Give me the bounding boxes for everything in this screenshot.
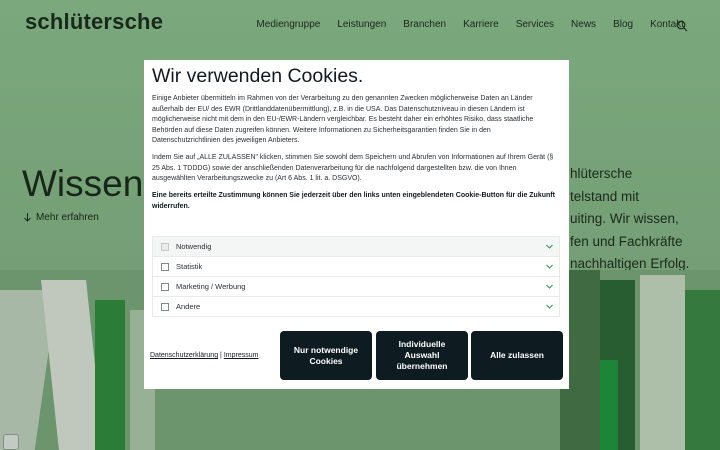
category-marketing[interactable]: Marketing / Werbung xyxy=(152,276,560,296)
checkbox-marketing[interactable] xyxy=(161,282,169,291)
category-notwendig[interactable]: Notwendig xyxy=(152,236,560,256)
dialog-paragraph: Einige Anbieter übermitteln im Rahmen vo… xyxy=(152,95,534,144)
privacy-link[interactable]: Datenschutzerklärung xyxy=(150,352,218,359)
chevron-down-icon[interactable] xyxy=(546,263,553,270)
link-separator: | xyxy=(220,352,222,359)
dialog-links: Datenschutzerklärung | Impressum xyxy=(150,352,258,359)
individual-selection-button[interactable]: Individuelle Auswahl übernehmen xyxy=(376,331,468,380)
imprint-link[interactable]: Impressum xyxy=(224,352,259,359)
chevron-down-icon[interactable] xyxy=(546,243,553,250)
dialog-text: Einige Anbieter übermitteln im Rahmen vo… xyxy=(152,94,557,219)
category-andere[interactable]: Andere xyxy=(152,296,560,317)
category-label: Notwendig xyxy=(176,242,212,251)
category-label: Marketing / Werbung xyxy=(176,282,246,291)
category-statistik[interactable]: Statistik xyxy=(152,256,560,276)
checkbox-statistik[interactable] xyxy=(161,262,169,271)
chevron-down-icon[interactable] xyxy=(546,283,553,290)
necessary-only-button[interactable]: Nur notwendige Cookies xyxy=(280,331,372,380)
cookie-categories: Notwendig Statistik Marketing / Werbung … xyxy=(152,236,560,317)
cookie-dialog: Wir verwenden Cookies. Einige Anbieter ü… xyxy=(144,60,569,389)
checkbox-andere[interactable] xyxy=(161,302,169,311)
checkbox-notwendig xyxy=(161,242,169,251)
dialog-paragraph: Indem Sie auf „ALLE ZULASSEN" klicken, s… xyxy=(152,154,554,182)
category-label: Statistik xyxy=(176,262,203,271)
dialog-paragraph-bold: Eine bereits erteilte Zustimmung können … xyxy=(152,192,555,210)
category-label: Andere xyxy=(176,302,201,311)
dialog-title: Wir verwenden Cookies. xyxy=(152,65,364,87)
accept-all-button[interactable]: Alle zulassen xyxy=(471,331,563,380)
chevron-down-icon[interactable] xyxy=(546,303,553,310)
